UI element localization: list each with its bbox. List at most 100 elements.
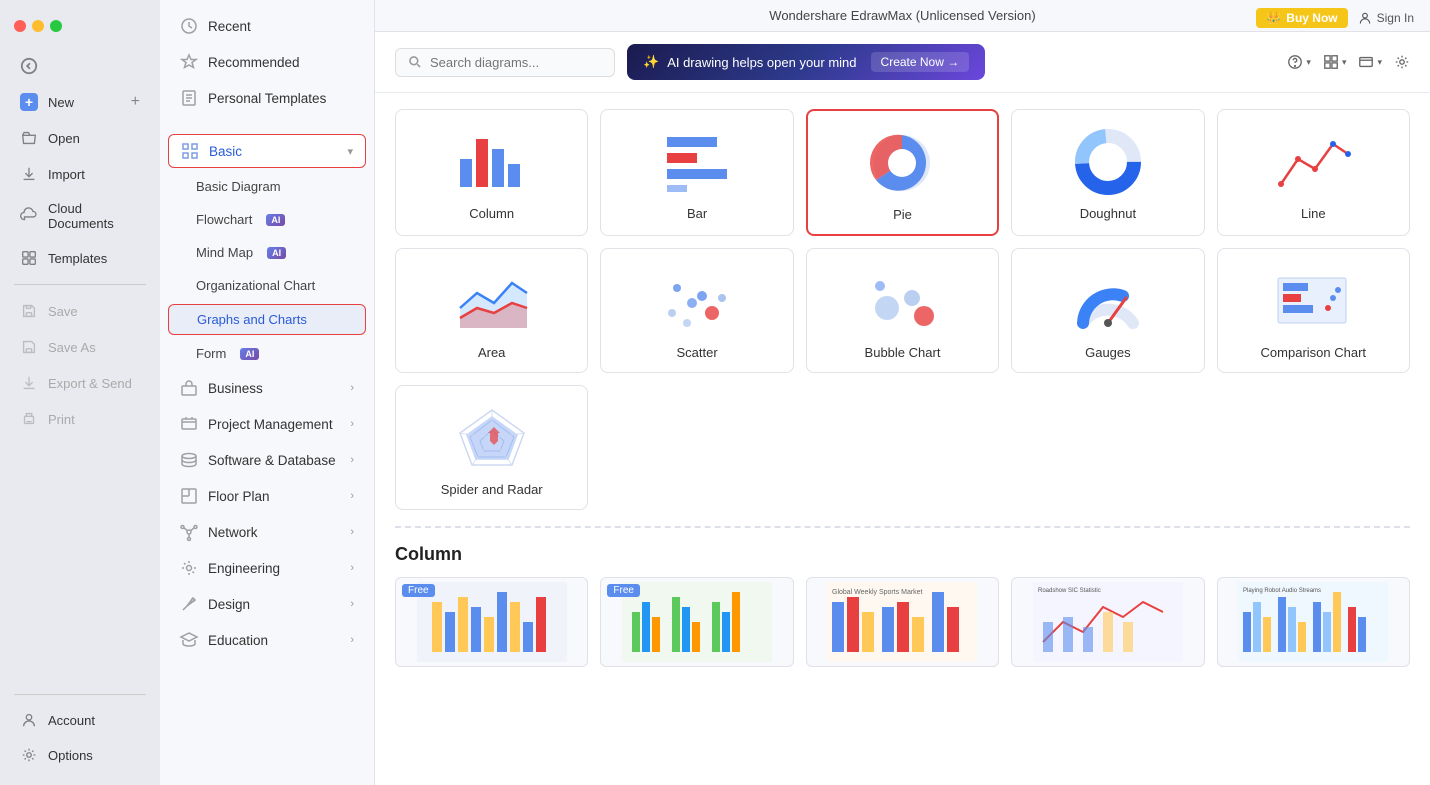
comparison-thumb [1273,265,1353,335]
engineering-chevron: › [350,562,354,574]
sidebar-item-account[interactable]: Account [6,703,154,737]
nav-sub-form[interactable]: Form AI [160,337,374,370]
basic-diagram-label: Basic Diagram [196,179,281,194]
mind-map-label: Mind Map [196,245,253,260]
search-input[interactable] [430,55,590,70]
basic-chevron: ▾ [347,145,353,158]
chart-card-doughnut[interactable]: Doughnut [1011,109,1204,236]
column-label: Column [469,206,514,221]
comparison-label: Comparison Chart [1261,345,1367,360]
help-button[interactable]: ▾ [1287,54,1311,70]
nav-sub-graphs-charts[interactable]: Graphs and Charts [168,304,366,335]
layout-chevron: ▾ [1342,57,1347,68]
pie-label: Pie [893,207,912,222]
settings-button[interactable] [1394,54,1410,70]
chart-card-bar[interactable]: Bar [600,109,793,236]
nav-item-design[interactable]: Design › [160,586,374,622]
chart-card-area[interactable]: Area [395,248,588,373]
sidebar-bottom: Account Options [0,686,160,773]
nav-item-floor-plan[interactable]: Floor Plan › [160,478,374,514]
bubble-thumb [862,265,942,335]
form-ai-badge: AI [240,348,259,360]
layout-button[interactable]: ▾ [1323,54,1347,70]
template-card-3[interactable]: Global Weekly Sports Market [806,577,999,667]
new-button[interactable]: + New + [6,85,154,119]
top-right-icons: ▾ ▾ ▾ [1287,54,1410,70]
nav-personal-label: Personal Templates [208,91,326,106]
nav-item-software-db[interactable]: Software & Database › [160,442,374,478]
ai-banner-text: AI drawing helps open your mind [667,55,856,70]
gauges-label: Gauges [1085,345,1131,360]
nav-sub-flowchart[interactable]: Flowchart AI [160,203,374,236]
sidebar-item-save[interactable]: Save [6,294,154,328]
chart-card-bubble[interactable]: Bubble Chart [806,248,999,373]
sidebar-item-templates[interactable]: Templates [6,241,154,275]
minimize-button[interactable] [32,20,44,32]
chart-card-scatter[interactable]: Scatter [600,248,793,373]
sidebar-item-open[interactable]: Open [6,121,154,155]
create-now-label[interactable]: Create Now → [871,52,970,72]
scatter-thumb [657,265,737,335]
bar-thumb [657,126,737,196]
nav-item-network[interactable]: Network › [160,514,374,550]
nav-recent-label: Recent [208,19,251,34]
template-card-5[interactable]: Playing Robot Audio Streams [1217,577,1410,667]
sidebar-item-print[interactable]: Print [6,402,154,436]
template-card-4[interactable]: Roadshow SIC Statistic [1011,577,1204,667]
sign-in-button[interactable]: Sign In [1358,11,1414,25]
mind-map-ai-badge: AI [267,247,286,259]
org-chart-label: Organizational Chart [196,278,315,293]
line-label: Line [1301,206,1326,221]
nav-item-personal[interactable]: Personal Templates [160,80,374,116]
ai-banner[interactable]: ✨ AI drawing helps open your mind Create… [627,44,985,80]
sidebar-item-import[interactable]: Import [6,157,154,191]
print-label: Print [48,412,75,427]
section-divider [395,526,1410,528]
nav-sub-basic-diagram[interactable]: Basic Diagram [160,170,374,203]
nav-sub-org-chart[interactable]: Organizational Chart [160,269,374,302]
window-chevron: ▾ [1377,57,1382,68]
template-preview-5: Playing Robot Audio Streams [1218,578,1409,666]
education-chevron: › [350,634,354,646]
chart-card-gauges[interactable]: Gauges [1011,248,1204,373]
nav-item-recent[interactable]: Recent [160,8,374,44]
project-chevron: › [350,418,354,430]
chart-grid-section: Column Bar [375,93,1430,544]
nav-item-engineering[interactable]: Engineering › [160,550,374,586]
nav-item-education[interactable]: Education › [160,622,374,658]
plus-icon: + [131,93,140,111]
nav-sub-mind-map[interactable]: Mind Map AI [160,236,374,269]
window-button[interactable]: ▾ [1358,54,1382,70]
chart-card-column[interactable]: Column [395,109,588,236]
search-box[interactable] [395,48,615,77]
network-chevron: › [350,526,354,538]
buy-now-button[interactable]: 👑 Buy Now [1256,8,1347,28]
user-icon [1358,11,1372,25]
nav-top-section: Recent Recommended Personal Templates [160,0,374,124]
close-button[interactable] [14,20,26,32]
nav-item-basic[interactable]: Basic ▾ [168,134,366,168]
chart-card-line[interactable]: Line [1217,109,1410,236]
scatter-label: Scatter [677,345,718,360]
sidebar-item-save-as[interactable]: Save As [6,330,154,364]
export-label: Export & Send [48,376,132,391]
main-content: Wondershare EdrawMax (Unlicensed Version… [375,0,1430,785]
templates-label: Templates [48,251,107,266]
nav-item-recommended[interactable]: Recommended [160,44,374,80]
chart-card-pie[interactable]: Pie [806,109,999,236]
nav-item-business[interactable]: Business › [160,370,374,406]
maximize-button[interactable] [50,20,62,32]
nav-item-project[interactable]: Project Management › [160,406,374,442]
chart-card-spider[interactable]: Spider and Radar [395,385,588,510]
bar-label: Bar [687,206,707,221]
sidebar-item-cloud[interactable]: Cloud Documents [6,193,154,239]
back-button[interactable] [6,49,154,83]
column-section-title: Column [395,544,1410,565]
chart-card-comparison[interactable]: Comparison Chart [1217,248,1410,373]
sidebar-item-export[interactable]: Export & Send [6,366,154,400]
software-chevron: › [350,454,354,466]
template-card-2[interactable]: Free [600,577,793,667]
template-card-1[interactable]: Free [395,577,588,667]
doughnut-thumb [1068,126,1148,196]
sidebar-item-options[interactable]: Options [6,738,154,772]
